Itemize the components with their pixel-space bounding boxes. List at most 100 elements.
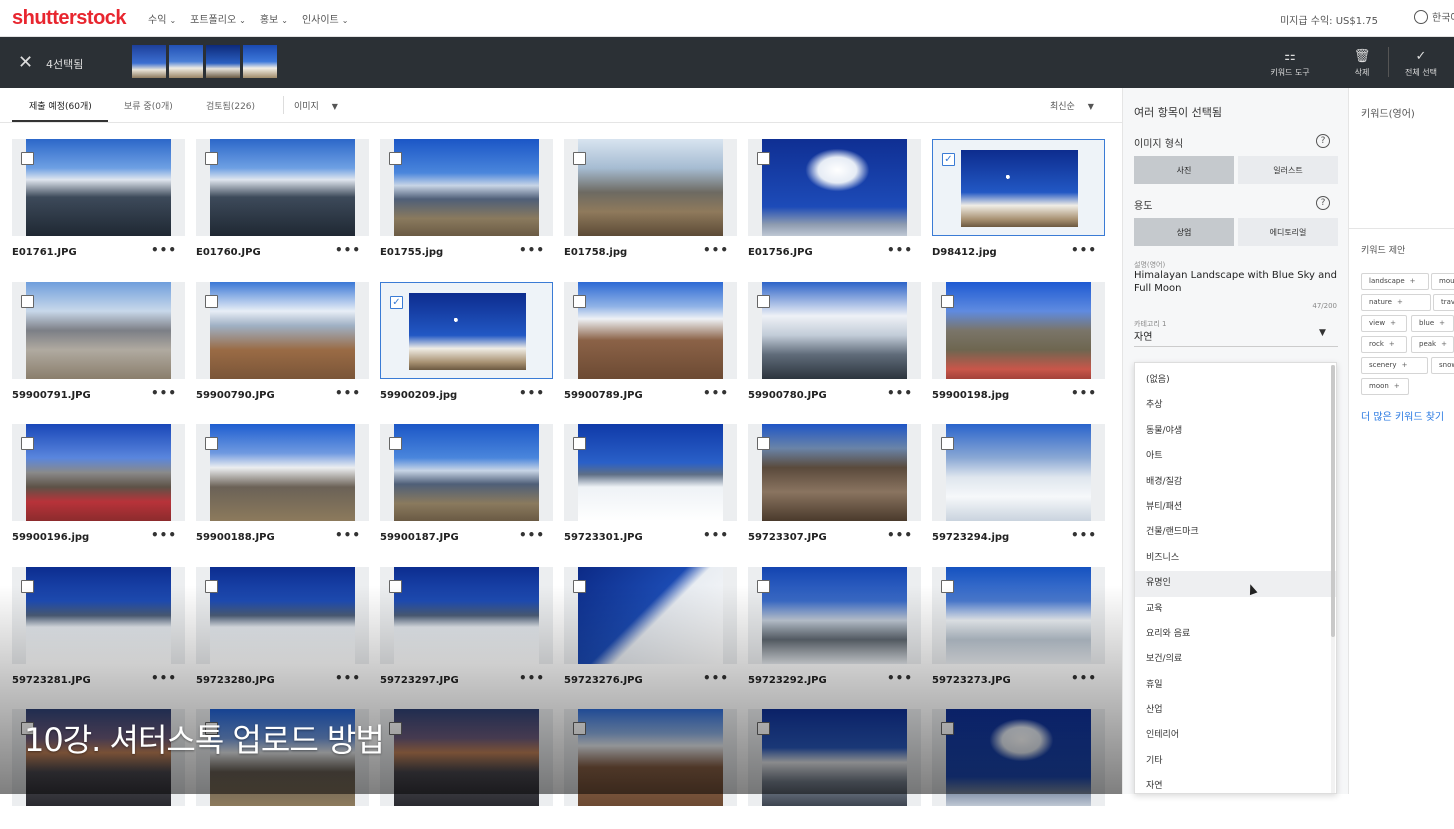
select-checkbox[interactable] xyxy=(205,152,218,165)
plus-icon[interactable]: + xyxy=(1390,319,1396,327)
language-selector[interactable]: 한국어 xyxy=(1414,9,1454,24)
more-options-icon[interactable]: ••• xyxy=(703,243,729,257)
image-card[interactable]: 59723294.jpg ••• xyxy=(932,424,1105,544)
image-card[interactable]: 59723280.JPG ••• xyxy=(196,566,369,687)
keyword-chip[interactable]: travel+ xyxy=(1433,294,1454,311)
keyword-chip[interactable]: snow+ xyxy=(1431,357,1454,374)
more-options-icon[interactable]: ••• xyxy=(335,243,361,257)
nav-item-promote[interactable]: 홍보 ⌄ xyxy=(260,11,288,26)
nav-item-earnings[interactable]: 수익 ⌄ xyxy=(148,11,176,26)
more-options-icon[interactable]: ••• xyxy=(1071,243,1097,257)
image-thumbnail-frame[interactable] xyxy=(12,424,185,521)
plus-icon[interactable]: + xyxy=(1439,319,1445,327)
more-options-icon[interactable]: ••• xyxy=(519,671,545,685)
keyword-chip[interactable]: mountain+ xyxy=(1431,273,1454,290)
select-checkbox[interactable] xyxy=(21,437,34,450)
more-options-icon[interactable]: ••• xyxy=(151,671,177,685)
image-thumbnail-frame[interactable] xyxy=(12,281,185,379)
dropdown-option[interactable]: 휴일 xyxy=(1135,673,1336,698)
image-thumbnail-frame[interactable] xyxy=(380,709,553,806)
select-checkbox[interactable] xyxy=(205,579,218,593)
select-checkbox[interactable] xyxy=(389,579,402,593)
select-checkbox[interactable] xyxy=(757,722,770,735)
more-options-icon[interactable]: ••• xyxy=(335,528,361,542)
image-type-photo-button[interactable]: 사진 xyxy=(1134,156,1234,184)
image-type-illustration-button[interactable]: 일러스트 xyxy=(1238,156,1338,184)
usage-commercial-button[interactable]: 상업 xyxy=(1134,218,1234,246)
description-field[interactable]: Himalayan Landscape with Blue Sky and Fu… xyxy=(1134,269,1338,295)
more-keywords-link[interactable]: 더 많은 키워드 찾기 xyxy=(1361,408,1444,423)
selected-thumbnail[interactable] xyxy=(206,45,240,78)
select-checkbox[interactable]: ✓ xyxy=(390,295,403,309)
select-checkbox[interactable] xyxy=(573,722,586,735)
more-options-icon[interactable]: ••• xyxy=(703,386,729,400)
dropdown-option[interactable]: (없음) xyxy=(1135,368,1336,393)
image-card[interactable]: 59723307.JPG ••• xyxy=(748,424,921,544)
image-thumbnail-frame[interactable] xyxy=(196,139,369,236)
select-all-button[interactable]: ✓ 전체 선택 xyxy=(1396,49,1446,78)
tab-pending[interactable]: 보류 중(0개) xyxy=(124,99,173,112)
image-thumbnail-frame[interactable] xyxy=(196,281,369,379)
image-thumbnail-frame[interactable] xyxy=(564,709,737,806)
more-options-icon[interactable]: ••• xyxy=(151,243,177,257)
select-checkbox[interactable] xyxy=(941,722,954,735)
more-options-icon[interactable]: ••• xyxy=(519,528,545,542)
keyword-chip[interactable]: moon + xyxy=(1361,378,1409,395)
image-thumbnail-frame[interactable] xyxy=(380,566,553,664)
image-card[interactable] xyxy=(748,709,921,829)
image-card[interactable]: 59900187.JPG ••• xyxy=(380,424,553,544)
category-select[interactable]: 자연 xyxy=(1134,328,1152,343)
image-thumbnail-frame[interactable] xyxy=(380,424,553,521)
image-card[interactable]: ✓ 59900209.jpg ••• xyxy=(380,281,553,402)
image-card[interactable]: 59723292.JPG ••• xyxy=(748,566,921,687)
keyword-chip[interactable]: rock + xyxy=(1361,336,1407,353)
image-card[interactable]: 59900188.JPG ••• xyxy=(196,424,369,544)
image-thumbnail-frame[interactable]: ✓ xyxy=(932,139,1105,236)
more-options-icon[interactable]: ••• xyxy=(887,243,913,257)
dropdown-option[interactable]: 아트 xyxy=(1135,444,1336,469)
image-thumbnail-frame[interactable] xyxy=(932,424,1105,521)
plus-icon[interactable]: + xyxy=(1441,340,1447,348)
more-options-icon[interactable]: ••• xyxy=(1071,671,1097,685)
image-card[interactable] xyxy=(380,709,553,829)
keyword-chip[interactable]: landscape + xyxy=(1361,273,1429,290)
shutterstock-logo[interactable]: shutterstock xyxy=(12,7,127,30)
select-checkbox[interactable] xyxy=(573,437,586,450)
dropdown-option[interactable]: 요리와 음료 xyxy=(1135,622,1336,647)
more-options-icon[interactable]: ••• xyxy=(151,528,177,542)
select-checkbox[interactable] xyxy=(389,437,402,450)
more-options-icon[interactable]: ••• xyxy=(703,671,729,685)
image-thumbnail-frame[interactable] xyxy=(196,424,369,521)
image-thumbnail-frame[interactable] xyxy=(748,566,921,664)
select-checkbox[interactable] xyxy=(389,722,402,735)
keyword-chip[interactable]: blue + xyxy=(1411,315,1454,332)
image-thumbnail-frame[interactable] xyxy=(380,139,553,236)
select-checkbox[interactable] xyxy=(573,294,586,308)
plus-icon[interactable]: + xyxy=(1402,361,1408,369)
select-checkbox[interactable] xyxy=(941,294,954,308)
dropdown-option[interactable]: 유명인 xyxy=(1135,571,1336,597)
more-options-icon[interactable]: ••• xyxy=(1071,386,1097,400)
dropdown-option[interactable]: 산업 xyxy=(1135,698,1336,723)
image-thumbnail-frame[interactable] xyxy=(12,139,185,236)
dropdown-option[interactable]: 뷰티/패션 xyxy=(1135,495,1336,520)
image-thumbnail-frame[interactable] xyxy=(748,424,921,521)
image-thumbnail-frame[interactable] xyxy=(196,566,369,664)
image-thumbnail-frame[interactable] xyxy=(564,566,737,664)
image-thumbnail-frame[interactable] xyxy=(932,281,1105,379)
image-card[interactable]: E01760.JPG ••• xyxy=(196,139,369,259)
image-card[interactable]: 59900198.jpg ••• xyxy=(932,281,1105,402)
more-options-icon[interactable]: ••• xyxy=(1071,528,1097,542)
keyword-tool-button[interactable]: ⚏ 키워드 도구 xyxy=(1265,49,1315,78)
keyword-chip[interactable]: peak + xyxy=(1411,336,1454,353)
dropdown-option[interactable]: 추상 xyxy=(1135,393,1336,418)
select-checkbox[interactable] xyxy=(205,294,218,308)
image-card[interactable]: 59723273.JPG ••• xyxy=(932,566,1105,687)
image-thumbnail-frame[interactable] xyxy=(564,281,737,379)
more-options-icon[interactable]: ••• xyxy=(887,528,913,542)
image-thumbnail-frame[interactable] xyxy=(748,709,921,806)
select-checkbox[interactable] xyxy=(941,579,954,593)
select-checkbox[interactable] xyxy=(757,437,770,450)
select-checkbox[interactable] xyxy=(757,294,770,308)
image-thumbnail-frame[interactable] xyxy=(564,424,737,521)
